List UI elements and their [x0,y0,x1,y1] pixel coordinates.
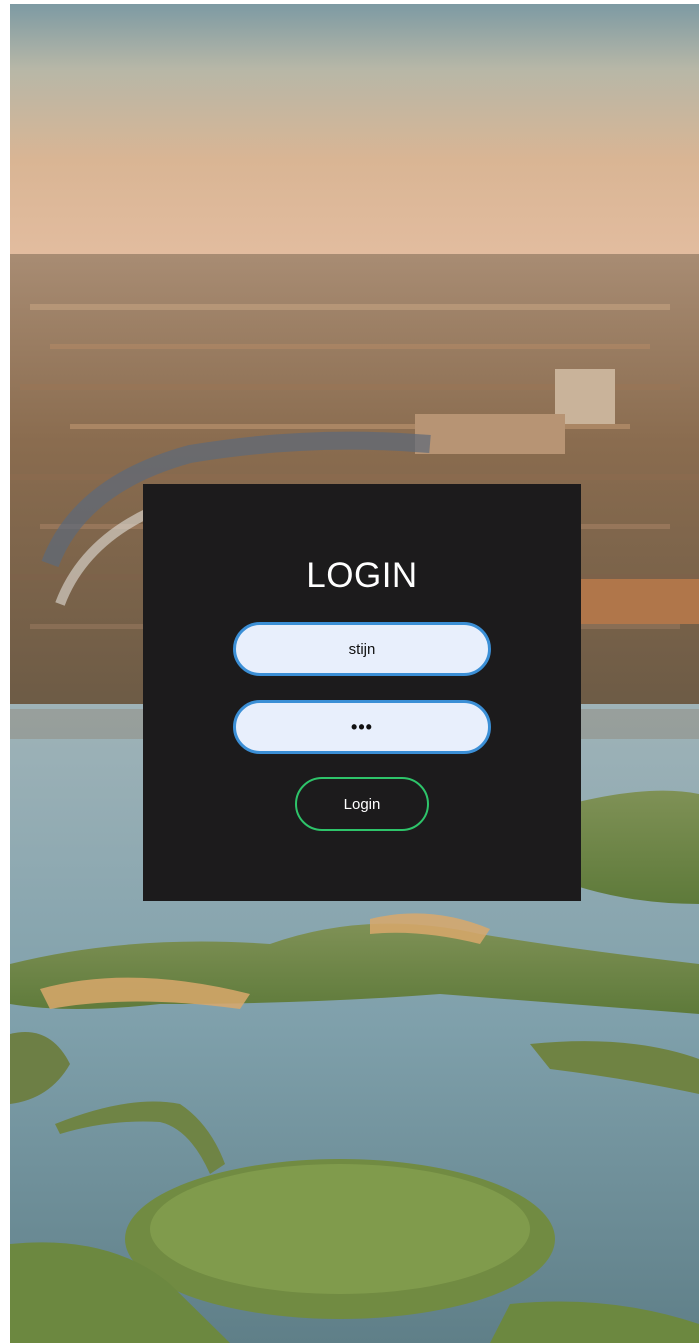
login-button[interactable]: Login [295,777,429,831]
username-input[interactable] [233,622,491,676]
login-card: LOGIN Login [143,484,581,901]
password-input[interactable] [233,700,491,754]
login-page: LOGIN Login [0,0,699,1343]
login-title: LOGIN [306,556,418,595]
